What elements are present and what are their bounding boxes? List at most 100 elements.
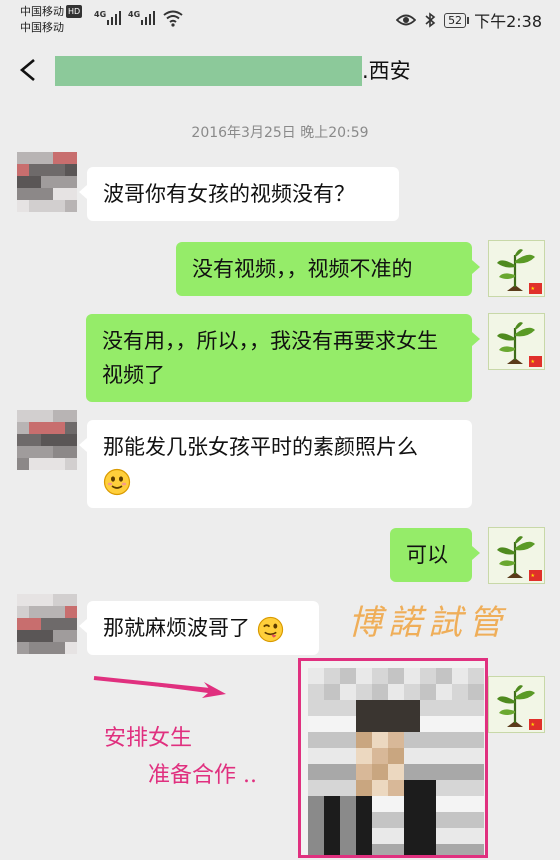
avatar-mosaic-tile [17,176,29,188]
photo-mosaic-tile [452,700,468,716]
redacted-contact-name [55,56,362,86]
annotation-arrow-icon [93,676,226,698]
avatar-mosaic-tile [53,630,65,642]
photo-mosaic-tile [324,668,340,684]
photo-mosaic-tile [404,844,420,855]
photo-mosaic-tile [372,812,388,828]
photo-mosaic-tile [468,812,484,828]
photo-mosaic-tile [388,684,404,700]
photo-mosaic-tile [388,668,404,684]
avatar-mosaic-tile [41,446,53,458]
photo-mosaic-tile [340,812,356,828]
photo-mosaic-tile [404,796,420,812]
photo-mosaic-tile [420,668,436,684]
photo-mosaic-tile [340,844,356,855]
annotation-line-2: 准备合作 .. [148,763,257,788]
annotation-line-1: 安排女生 [104,726,193,751]
photo-mosaic-tile [308,748,324,764]
avatar-mosaic-tile [41,164,53,176]
avatar-mosaic-tile [53,188,65,200]
photo-mosaic-tile [340,780,356,796]
photo-mosaic-tile [388,732,404,748]
back-arrow-icon[interactable] [14,54,44,86]
photo-mosaic-tile [452,812,468,828]
photo-mosaic-tile [356,796,372,812]
photo-mosaic-tile [420,684,436,700]
photo-mosaic-tile [324,716,340,732]
avatar-mosaic-tile [29,200,41,212]
message-text: 可以 [406,543,448,567]
avatar-mosaic-tile [17,434,29,446]
photo-mosaic-tile [308,764,324,780]
avatar-mosaic-tile [53,594,65,606]
photo-mosaic-tile [420,732,436,748]
avatar-mosaic-tile [17,642,29,654]
photo-mosaic-tile [436,732,452,748]
message-bubble-outgoing[interactable]: 可以 [390,528,480,582]
avatar-mosaic-tile [17,422,29,434]
image-message[interactable] [298,658,488,858]
photo-mosaic-tile [372,844,388,855]
contact-avatar[interactable] [17,410,77,470]
avatar-mosaic-tile [65,152,77,164]
photo-mosaic-tile [324,748,340,764]
photo-mosaic-tile [340,748,356,764]
photo-mosaic-tile [452,764,468,780]
photo-mosaic-tile [356,828,372,844]
user-avatar[interactable]: ★ [488,527,545,584]
message-bubble-incoming[interactable]: 那就麻烦波哥了 [79,601,319,655]
photo-mosaic-tile [356,748,372,764]
chat-title: .西安 [362,59,411,83]
avatar-mosaic-tile [41,176,53,188]
avatar-mosaic-tile [29,458,41,470]
user-avatar[interactable]: ★ [488,240,545,297]
plant-avatar-icon: ★ [489,528,544,583]
photo-mosaic-tile [356,684,372,700]
photo-mosaic-tile [420,748,436,764]
message-bubble-outgoing[interactable]: 没有视频，，视频不准的 [176,242,480,296]
photo-mosaic-tile [372,684,388,700]
message-bubble-outgoing[interactable]: 没有用，，所以，，我没有再要求女生视频了 [86,314,480,402]
photo-mosaic-tile [308,700,324,716]
avatar-mosaic-tile [53,434,65,446]
avatar-mosaic-tile [53,164,65,176]
photo-mosaic-tile [420,812,436,828]
avatar-mosaic-tile [53,200,65,212]
plant-avatar-icon: ★ [489,314,544,369]
avatar-mosaic-tile [29,594,41,606]
photo-mosaic-tile [388,716,404,732]
photo-mosaic-tile [404,716,420,732]
avatar-mosaic-tile [41,188,53,200]
contact-avatar[interactable] [17,152,77,212]
contact-avatar[interactable] [17,594,77,654]
photo-mosaic-tile [404,748,420,764]
avatar-mosaic-tile [53,642,65,654]
plant-avatar-icon: ★ [489,241,544,296]
avatar-mosaic-tile [53,422,65,434]
photo-mosaic-tile [404,700,420,716]
avatar-mosaic-tile [29,606,41,618]
photo-mosaic-tile [436,684,452,700]
avatar-mosaic-tile [17,410,29,422]
avatar-mosaic-tile [17,458,29,470]
photo-mosaic-tile [340,700,356,716]
photo-mosaic-tile [388,748,404,764]
message-bubble-incoming[interactable]: 波哥你有女孩的视频没有？ [79,167,399,221]
avatar-mosaic-tile [53,606,65,618]
eye-icon [396,14,417,26]
photo-mosaic-tile [356,668,372,684]
photo-mosaic-tile [404,764,420,780]
user-avatar[interactable]: ★ [488,676,545,733]
svg-text:★: ★ [531,359,536,365]
avatar-mosaic-tile [29,618,41,630]
status-bar: 中国移动 HD 中国移动 4G 4G 52 下午2:38 [0,0,560,40]
photo-mosaic-tile [388,812,404,828]
avatar-mosaic-tile [29,164,41,176]
message-bubble-incoming[interactable]: 那能发几张女孩平时的素颜照片么 [79,420,472,508]
network-label-1: 4G [94,10,107,19]
avatar-mosaic-tile [65,410,77,422]
svg-text:★: ★ [531,573,536,579]
photo-mosaic-tile [324,828,340,844]
user-avatar[interactable]: ★ [488,313,545,370]
photo-mosaic-tile [468,732,484,748]
